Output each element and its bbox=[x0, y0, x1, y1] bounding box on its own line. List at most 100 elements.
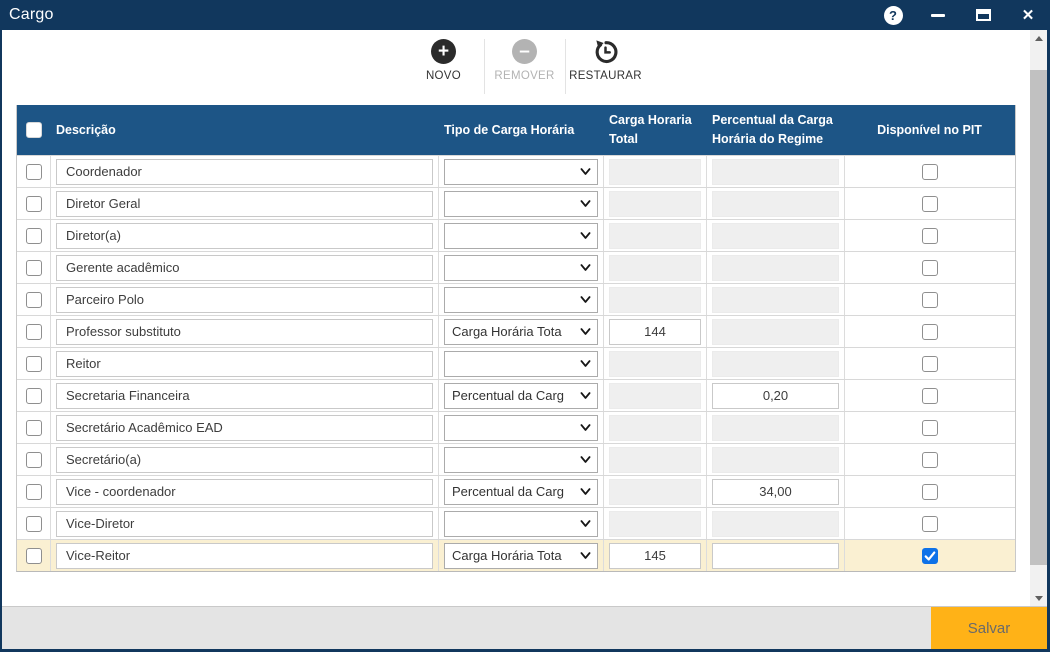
scroll-down-button[interactable] bbox=[1030, 590, 1047, 606]
row-select-checkbox[interactable] bbox=[26, 516, 42, 532]
disponivel-pit-checkbox[interactable] bbox=[922, 228, 938, 244]
row-select-checkbox[interactable] bbox=[26, 260, 42, 276]
carga-total-input[interactable] bbox=[609, 319, 701, 345]
disponivel-pit-checkbox[interactable] bbox=[922, 548, 938, 564]
row-select-checkbox[interactable] bbox=[26, 228, 42, 244]
descricao-input[interactable] bbox=[56, 511, 433, 537]
disponivel-pit-checkbox[interactable] bbox=[922, 452, 938, 468]
descricao-input[interactable] bbox=[56, 159, 433, 185]
tipo-carga-select[interactable] bbox=[444, 511, 598, 537]
descricao-input[interactable] bbox=[56, 191, 433, 217]
header-carga-total[interactable]: Carga Horaria Total bbox=[603, 105, 706, 155]
content-area: + NOVO – REMOVER RESTAURAR bbox=[2, 30, 1047, 649]
descricao-input[interactable] bbox=[56, 415, 433, 441]
scrollbar-thumb[interactable] bbox=[1030, 70, 1047, 565]
restore-window-icon bbox=[976, 9, 991, 21]
descricao-input[interactable] bbox=[56, 255, 433, 281]
row-select-checkbox[interactable] bbox=[26, 420, 42, 436]
tipo-carga-select[interactable] bbox=[444, 287, 598, 313]
row-select-checkbox[interactable] bbox=[26, 388, 42, 404]
carga-total-input bbox=[609, 383, 701, 409]
disponivel-pit-checkbox[interactable] bbox=[922, 324, 938, 340]
close-icon: ✕ bbox=[1022, 8, 1035, 23]
row-select-checkbox[interactable] bbox=[26, 452, 42, 468]
descricao-input[interactable] bbox=[56, 383, 433, 409]
minimize-icon bbox=[931, 14, 945, 17]
descricao-input[interactable] bbox=[56, 543, 433, 569]
percentual-input bbox=[712, 415, 839, 441]
help-button[interactable]: ? bbox=[883, 5, 903, 25]
row-select-checkbox[interactable] bbox=[26, 548, 42, 564]
disponivel-pit-checkbox[interactable] bbox=[922, 388, 938, 404]
header-percentual[interactable]: Percentual da Carga Horária do Regime bbox=[706, 105, 844, 155]
close-button[interactable]: ✕ bbox=[1018, 5, 1038, 25]
tipo-carga-select[interactable] bbox=[444, 191, 598, 217]
row-select-checkbox[interactable] bbox=[26, 292, 42, 308]
descricao-input[interactable] bbox=[56, 351, 433, 377]
novo-button[interactable]: + NOVO bbox=[405, 39, 483, 82]
tipo-carga-select[interactable]: Percentual da Carg bbox=[444, 383, 598, 409]
disponivel-pit-checkbox[interactable] bbox=[922, 196, 938, 212]
table-row bbox=[17, 283, 1015, 315]
table-row: Percentual da Carg bbox=[17, 379, 1015, 411]
tipo-carga-select[interactable] bbox=[444, 351, 598, 377]
descricao-input[interactable] bbox=[56, 479, 433, 505]
table-row bbox=[17, 251, 1015, 283]
row-select-checkbox[interactable] bbox=[26, 196, 42, 212]
header-disponivel-pit[interactable]: Disponível no PIT bbox=[844, 105, 1015, 155]
percentual-input[interactable] bbox=[712, 479, 839, 505]
table-row bbox=[17, 507, 1015, 539]
chevron-down-icon bbox=[579, 357, 592, 370]
chevron-down-icon bbox=[579, 261, 592, 274]
app-window: Cargo ? ✕ + NOVO – REMOVER bbox=[0, 0, 1050, 652]
chevron-down-icon bbox=[579, 229, 592, 242]
tipo-carga-select[interactable] bbox=[444, 447, 598, 473]
disponivel-pit-checkbox[interactable] bbox=[922, 260, 938, 276]
header-tipo-carga[interactable]: Tipo de Carga Horária bbox=[438, 105, 603, 155]
descricao-input[interactable] bbox=[56, 287, 433, 313]
tipo-carga-value: Percentual da Carg bbox=[452, 484, 564, 499]
chevron-down-icon bbox=[579, 421, 592, 434]
remover-button[interactable]: – REMOVER bbox=[486, 39, 564, 82]
row-select-checkbox[interactable] bbox=[26, 484, 42, 500]
carga-total-input[interactable] bbox=[609, 543, 701, 569]
row-select-checkbox[interactable] bbox=[26, 164, 42, 180]
disponivel-pit-checkbox[interactable] bbox=[922, 292, 938, 308]
table-body: Carga Horária Tota Percentual da Carg Perc… bbox=[17, 155, 1015, 571]
header-descricao[interactable]: Descrição bbox=[50, 105, 438, 155]
chevron-down-icon bbox=[579, 549, 592, 562]
select-all-checkbox[interactable] bbox=[26, 122, 42, 138]
table-row: Carga Horária Tota bbox=[17, 315, 1015, 347]
triangle-up-icon bbox=[1035, 36, 1043, 41]
percentual-input bbox=[712, 511, 839, 537]
disponivel-pit-checkbox[interactable] bbox=[922, 356, 938, 372]
row-select-checkbox[interactable] bbox=[26, 356, 42, 372]
tipo-carga-value: Percentual da Carg bbox=[452, 388, 564, 403]
descricao-input[interactable] bbox=[56, 319, 433, 345]
descricao-input[interactable] bbox=[56, 223, 433, 249]
disponivel-pit-checkbox[interactable] bbox=[922, 484, 938, 500]
percentual-input[interactable] bbox=[712, 543, 839, 569]
percentual-input bbox=[712, 191, 839, 217]
vertical-scrollbar[interactable] bbox=[1030, 30, 1047, 606]
tipo-carga-select[interactable] bbox=[444, 415, 598, 441]
tipo-carga-select[interactable]: Carga Horária Tota bbox=[444, 543, 598, 569]
tipo-carga-select[interactable] bbox=[444, 255, 598, 281]
minus-circle-icon: – bbox=[512, 39, 537, 64]
row-select-checkbox[interactable] bbox=[26, 324, 42, 340]
disponivel-pit-checkbox[interactable] bbox=[922, 420, 938, 436]
percentual-input[interactable] bbox=[712, 383, 839, 409]
disponivel-pit-checkbox[interactable] bbox=[922, 516, 938, 532]
tipo-carga-select[interactable]: Carga Horária Tota bbox=[444, 319, 598, 345]
tipo-carga-select[interactable]: Percentual da Carg bbox=[444, 479, 598, 505]
descricao-input[interactable] bbox=[56, 447, 433, 473]
save-button[interactable]: Salvar bbox=[931, 607, 1047, 649]
table-row bbox=[17, 347, 1015, 379]
disponivel-pit-checkbox[interactable] bbox=[922, 164, 938, 180]
scroll-up-button[interactable] bbox=[1030, 30, 1047, 46]
restaurar-button[interactable]: RESTAURAR bbox=[567, 39, 645, 82]
tipo-carga-select[interactable] bbox=[444, 159, 598, 185]
minimize-button[interactable] bbox=[928, 5, 948, 25]
restore-button[interactable] bbox=[973, 5, 993, 25]
tipo-carga-select[interactable] bbox=[444, 223, 598, 249]
